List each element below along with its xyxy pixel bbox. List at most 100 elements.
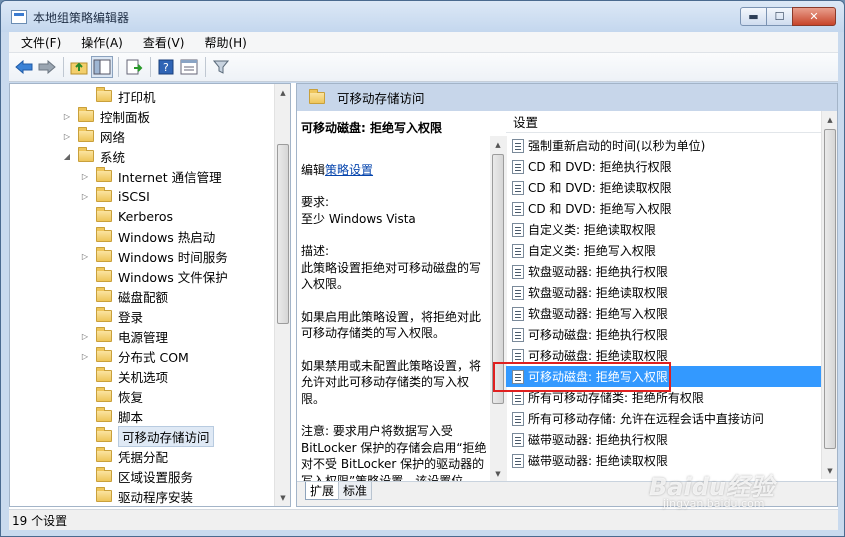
close-button[interactable]: ✕ [792,7,836,26]
scroll-up-arrow[interactable]: ▲ [490,136,506,153]
tree-item[interactable]: ▷ 电源管理 [80,326,168,346]
menu-help[interactable]: 帮助(H) [192,34,254,51]
scroll-up-arrow[interactable]: ▲ [275,84,290,101]
expand-arrow-icon[interactable]: ◢ [62,152,72,161]
tree-item-label: 磁盘配额 [118,289,169,305]
policy-setting-label: 磁带驱动器: 拒绝执行权限 [528,433,668,447]
folder-icon [96,247,112,262]
scroll-thumb[interactable] [824,129,836,449]
policy-setting-row[interactable]: 磁带驱动器: 拒绝执行权限 [506,429,821,450]
show-tree-icon[interactable] [91,56,113,78]
tree-item[interactable]: Windows 文件保护 [80,266,228,286]
svg-text:?: ? [163,61,169,74]
tree-item[interactable]: 凭据分配 [80,446,168,466]
export-list-icon[interactable] [123,56,145,78]
policy-setting-row[interactable]: 自定义类: 拒绝读取权限 [506,219,821,240]
tree-item[interactable]: 磁盘配额 [80,286,168,306]
tree-item[interactable]: ▷ 网络 [62,126,125,146]
policy-description: 可移动磁盘: 拒绝写入权限 编辑策略设置 要求: 至少 Windows Vist… [301,120,491,505]
policy-setting-icon [512,390,524,405]
expand-arrow-icon[interactable]: ▷ [80,352,90,361]
tree-item[interactable]: 脚本 [80,406,143,426]
scroll-down-arrow[interactable]: ▼ [275,489,290,506]
tree-item[interactable]: Windows 热启动 [80,226,215,246]
toolbar-separator [118,57,119,77]
minimize-button[interactable]: ▬ [740,7,767,26]
expand-arrow-icon[interactable]: ▷ [80,192,90,201]
tree-item[interactable]: 可移动存储访问 [80,425,214,447]
filter-icon[interactable] [210,56,232,78]
tree-item[interactable]: 区域设置服务 [80,466,193,486]
policy-setting-row[interactable]: 软盘驱动器: 拒绝写入权限 [506,303,821,324]
tree-item[interactable]: 驱动程序安装 [80,486,193,506]
requirements-label: 要求: [301,195,330,209]
policy-setting-row[interactable]: 所有可移动存储: 允许在远程会话中直接访问 [506,408,821,429]
status-bar: 19 个设置 [9,509,838,530]
folder-icon [96,187,112,202]
enabled-text: 如果启用此策略设置，将拒绝对此可移动存储类的写入权限。 [301,309,482,341]
tree-item-label: 驱动程序安装 [118,489,194,505]
maximize-button[interactable]: ☐ [766,7,793,26]
tree-item[interactable]: ◢ 系统 [62,146,125,166]
expand-arrow-icon[interactable]: ▷ [80,332,90,341]
tree-item[interactable]: 关机选项 [80,366,168,386]
window-title: 本地组策略编辑器 [33,11,130,25]
policy-setting-label: CD 和 DVD: 拒绝写入权限 [528,202,672,216]
policy-setting-row[interactable]: 自定义类: 拒绝写入权限 [506,240,821,261]
menu-file[interactable]: 文件(F) [9,34,69,51]
policy-setting-icon [512,180,524,195]
tree-item[interactable]: ▷ Internet 通信管理 [80,166,222,186]
policy-setting-row[interactable]: 可移动磁盘: 拒绝执行权限 [506,324,821,345]
expand-arrow-icon[interactable]: ▷ [80,172,90,181]
tree-item[interactable]: Kerberos [80,206,173,226]
tree-item-label: 网络 [100,129,126,145]
highlight-annotation [493,362,671,392]
expand-arrow-icon[interactable]: ▷ [80,252,90,261]
folder-icon [96,427,112,442]
scroll-down-arrow[interactable]: ▼ [822,462,837,479]
tree-item[interactable]: ▷ 控制面板 [62,106,150,126]
list-scrollbar[interactable]: ▲ ▼ [821,111,837,479]
tree-item[interactable]: ▷ Windows 时间服务 [80,246,228,266]
title-bar[interactable]: 本地组策略编辑器 ▬ ☐ ✕ [1,1,844,32]
tree-item[interactable]: ▷ iSCSI [80,186,150,206]
policy-setting-icon [512,285,524,300]
tree-item[interactable]: 打印机 [80,86,156,106]
menu-view[interactable]: 查看(V) [131,34,193,51]
policy-setting-row[interactable]: 强制重新启动的时间(以秒为单位) [506,135,821,156]
up-folder-icon[interactable] [68,56,90,78]
tree-item[interactable]: ▷ 分布式 COM [80,346,189,366]
tree-item-label: Windows 文件保护 [118,269,228,285]
help-icon[interactable]: ? [155,56,177,78]
tab-extended[interactable]: 扩展 [305,482,340,500]
scroll-thumb[interactable] [277,144,289,324]
policy-setting-row[interactable]: CD 和 DVD: 拒绝执行权限 [506,156,821,177]
scroll-down-arrow[interactable]: ▼ [490,465,506,482]
tree-item-label: 系统 [100,149,126,165]
tab-standard[interactable]: 标准 [338,482,373,500]
policy-setting-row[interactable]: 软盘驱动器: 拒绝读取权限 [506,282,821,303]
tree-scrollbar[interactable]: ▲ ▼ [274,84,290,506]
policy-setting-row[interactable]: CD 和 DVD: 拒绝读取权限 [506,177,821,198]
properties-icon[interactable] [178,56,200,78]
tree-item[interactable]: 登录 [80,306,143,326]
back-arrow-icon[interactable] [13,56,35,78]
expand-arrow-icon[interactable]: ▷ [62,112,72,121]
policy-setting-label: 磁带驱动器: 拒绝读取权限 [528,454,668,468]
tree-item-label: 脚本 [118,409,144,425]
forward-arrow-icon[interactable] [36,56,58,78]
policy-setting-row[interactable]: 软盘驱动器: 拒绝执行权限 [506,261,821,282]
tree-item-label: Windows 时间服务 [118,249,228,265]
description-scrollbar[interactable]: ▲ ▼ [490,136,507,482]
settings-column-header[interactable]: 设置 [506,111,821,133]
tree-item-label: 关机选项 [118,369,169,385]
policy-settings-link[interactable]: 策略设置 [325,163,373,177]
scroll-up-arrow[interactable]: ▲ [822,111,837,128]
menu-action[interactable]: 操作(A) [69,34,131,51]
tree-item-label: 恢复 [118,389,144,405]
folder-icon [96,87,112,102]
policy-setting-row[interactable]: CD 和 DVD: 拒绝写入权限 [506,198,821,219]
tree-item[interactable]: 恢复 [80,386,143,406]
tree-item-label: Kerberos [118,208,174,224]
expand-arrow-icon[interactable]: ▷ [62,132,72,141]
